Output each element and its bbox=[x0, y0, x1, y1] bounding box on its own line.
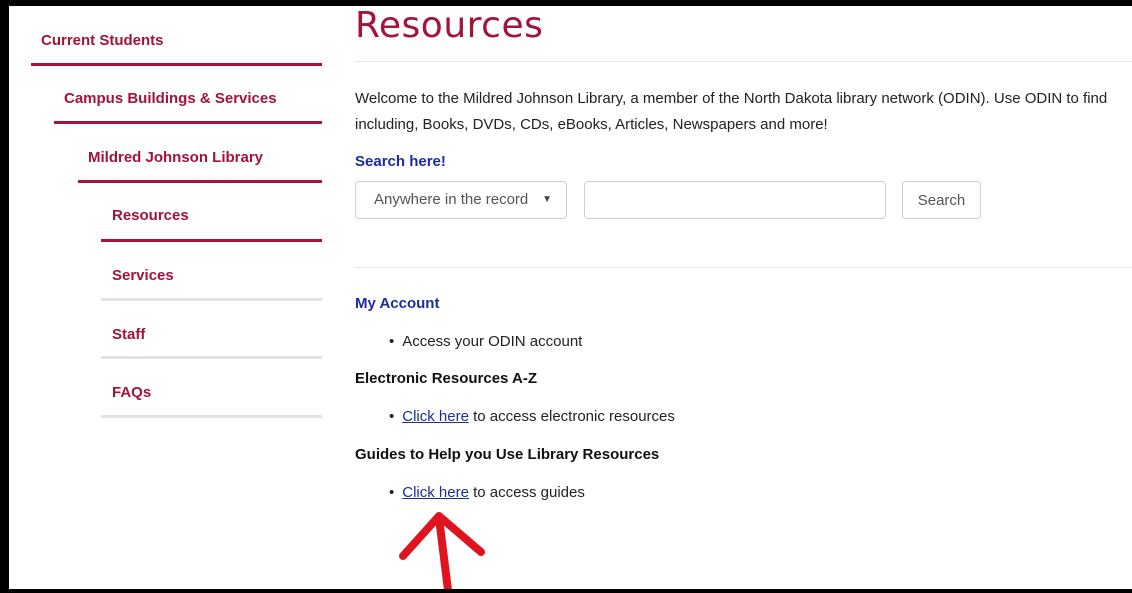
red-arrow-up-icon bbox=[399, 512, 485, 589]
sidebar-item-label: Campus Buildings & Services bbox=[64, 90, 277, 107]
search-input[interactable] bbox=[584, 181, 886, 219]
sidebar-item-label: Current Students bbox=[41, 32, 164, 49]
list-item: • Click here to access electronic resourc… bbox=[389, 408, 675, 425]
title-divider bbox=[355, 61, 1132, 62]
sidebar-item-underline bbox=[101, 356, 322, 359]
sidebar-item-services[interactable]: Services bbox=[101, 251, 322, 301]
guides-heading: Guides to Help you Use Library Resources bbox=[355, 446, 660, 463]
intro-line: Welcome to the Mildred Johnson Library, … bbox=[355, 90, 1108, 107]
bullet-icon: • bbox=[389, 408, 395, 425]
electronic-resources-heading: Electronic Resources A-Z bbox=[355, 370, 537, 387]
sidebar-item-underline bbox=[31, 63, 322, 66]
search-heading: Search here! bbox=[355, 153, 446, 170]
search-button[interactable]: Search bbox=[902, 181, 981, 219]
search-scope-select[interactable]: Anywhere in the record ▼ bbox=[355, 181, 567, 219]
sidebar-item-label: Mildred Johnson Library bbox=[88, 149, 264, 166]
sidebar-item-staff[interactable]: Staff bbox=[101, 309, 322, 359]
bullet-icon: • bbox=[389, 484, 395, 501]
guides-link[interactable]: Click here bbox=[402, 484, 469, 501]
electronic-resources-text: to access electronic resources bbox=[468, 408, 675, 425]
sidebar-item-faqs[interactable]: FAQs bbox=[101, 368, 322, 418]
sidebar-item-underline bbox=[54, 121, 322, 124]
electronic-resources-link[interactable]: Click here bbox=[402, 408, 469, 425]
sidebar-item-mildred-johnson-library[interactable]: Mildred Johnson Library bbox=[78, 133, 322, 183]
guides-text: to access guides bbox=[468, 484, 585, 501]
page-title: Resources bbox=[355, 6, 544, 46]
sidebar-item-label: Staff bbox=[112, 326, 146, 343]
my-account-heading: My Account bbox=[355, 295, 440, 312]
sidebar-item-label: Resources bbox=[112, 207, 189, 224]
sidebar-item-underline bbox=[101, 239, 322, 242]
section-divider bbox=[355, 267, 1132, 268]
sidebar-item-underline bbox=[101, 415, 322, 418]
bullet-icon: • bbox=[389, 333, 395, 350]
list-item: • Access your ODIN account bbox=[389, 333, 582, 350]
list-item: • Click here to access guides bbox=[389, 484, 585, 501]
sidebar-item-underline bbox=[101, 298, 322, 301]
intro-line: including, Books, DVDs, CDs, eBooks, Art… bbox=[355, 116, 828, 133]
sidebar-item-underline bbox=[78, 180, 322, 183]
intro-text: Welcome to the Mildred Johnson Library, … bbox=[355, 86, 1132, 138]
sidebar-item-label: FAQs bbox=[112, 384, 152, 401]
sidebar-item-label: Services bbox=[112, 267, 174, 284]
my-account-item: Access your ODIN account bbox=[402, 333, 583, 350]
caret-down-icon: ▼ bbox=[542, 194, 552, 205]
browser-viewport: Current Students Campus Buildings & Serv… bbox=[9, 6, 1132, 589]
sidebar-item-current-students[interactable]: Current Students bbox=[31, 16, 322, 66]
search-scope-value: Anywhere in the record bbox=[374, 191, 529, 208]
sidebar-item-resources[interactable]: Resources bbox=[101, 192, 322, 242]
sidebar-item-campus-buildings[interactable]: Campus Buildings & Services bbox=[54, 74, 322, 124]
